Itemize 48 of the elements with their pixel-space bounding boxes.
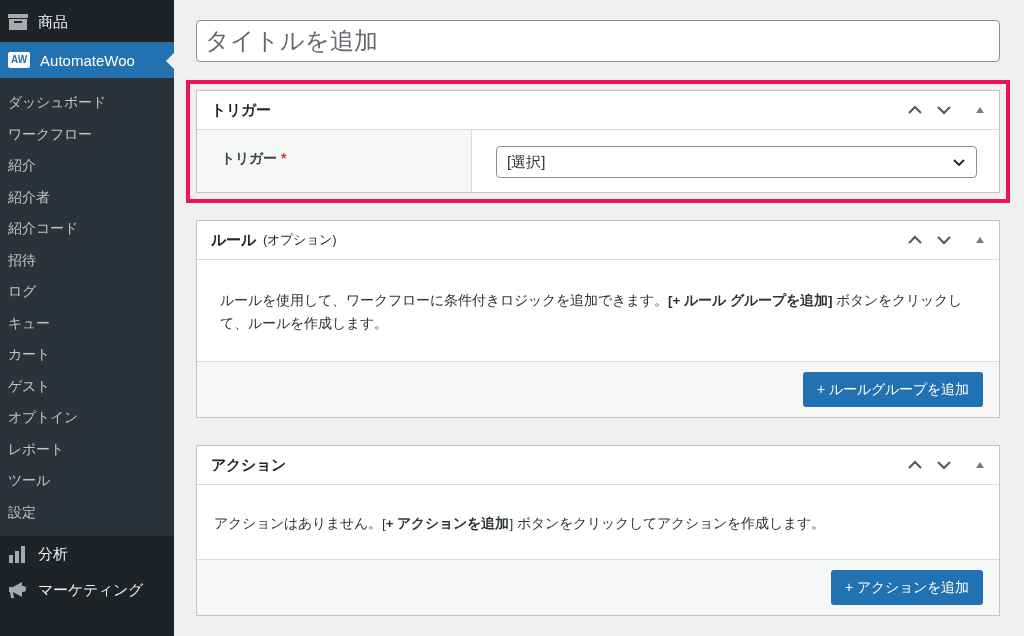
collapse-triangle-icon[interactable] bbox=[975, 106, 985, 114]
add-button[interactable]: + アクションを追加 bbox=[830, 570, 983, 605]
sidebar-item[interactable]: マーケティング bbox=[0, 572, 174, 608]
required-mark: * bbox=[281, 150, 287, 166]
panel-title: トリガー bbox=[211, 100, 271, 120]
trigger-select[interactable]: [選択] bbox=[496, 146, 977, 178]
sidebar-label: AutomateWoo bbox=[40, 51, 135, 69]
panel-description: アクションはありません。[+ アクションを追加] ボタンをクリックしてアクションを作成します。 bbox=[214, 516, 825, 531]
collapse-triangle-icon[interactable] bbox=[975, 236, 985, 244]
title-field[interactable]: タイトルを追加 bbox=[196, 20, 1000, 62]
logo-icon: AW bbox=[8, 52, 31, 68]
submenu-item[interactable]: ダッシュボード bbox=[0, 87, 174, 119]
chevron-down-icon bbox=[952, 157, 966, 167]
chevron-down-icon[interactable] bbox=[936, 235, 952, 245]
field-label: トリガー bbox=[221, 150, 277, 166]
panel-title: ルール bbox=[211, 230, 256, 250]
sidebar-label: マーケティング bbox=[38, 580, 143, 600]
collapse-triangle-icon[interactable] bbox=[975, 461, 985, 469]
sidebar-item[interactable]: 分析 bbox=[0, 536, 174, 572]
submenu-item[interactable]: 紹介者 bbox=[0, 181, 174, 213]
archive-box-icon bbox=[8, 13, 28, 31]
panel-description: ルールを使用して、ワークフローに条件付きロジックを追加できます。[+ ルール グループを追加] ボタンをクリックして、ルールを作成します。 bbox=[220, 293, 963, 331]
submenu-item[interactable]: オプトイン bbox=[0, 402, 174, 434]
submenu-item[interactable]: 紹介コード bbox=[0, 213, 174, 245]
add-button[interactable]: + ルールグループを追加 bbox=[802, 372, 983, 407]
submenu-item[interactable]: 紹介 bbox=[0, 150, 174, 182]
submenu-item[interactable]: ログ bbox=[0, 276, 174, 308]
submenu-item[interactable]: カート bbox=[0, 339, 174, 371]
submenu-item[interactable]: 招待 bbox=[0, 244, 174, 276]
chevron-up-icon[interactable] bbox=[907, 235, 923, 245]
panel-subtitle: (オプション) bbox=[263, 231, 337, 249]
chevron-up-icon[interactable] bbox=[907, 460, 923, 470]
chevron-down-icon[interactable] bbox=[936, 460, 952, 470]
chevron-up-icon[interactable] bbox=[907, 105, 923, 115]
submenu-item[interactable]: レポート bbox=[0, 433, 174, 465]
submenu-item[interactable]: キュー bbox=[0, 307, 174, 339]
submenu-item[interactable]: ゲスト bbox=[0, 370, 174, 402]
submenu-item[interactable]: ツール bbox=[0, 465, 174, 497]
panel-title: アクション bbox=[211, 455, 286, 475]
submenu-item[interactable]: 設定 bbox=[0, 496, 174, 528]
megaphone-icon bbox=[8, 580, 28, 600]
sidebar-label: 商品 bbox=[38, 12, 68, 32]
sidebar-label: 分析 bbox=[38, 544, 68, 564]
submenu-item[interactable]: ワークフロー bbox=[0, 118, 174, 150]
sidebar-item[interactable]: AW AutomateWoo bbox=[0, 42, 174, 78]
chevron-down-icon[interactable] bbox=[936, 105, 952, 115]
sidebar-item[interactable]: 商品 bbox=[0, 2, 174, 42]
bar-chart-icon bbox=[8, 545, 28, 563]
